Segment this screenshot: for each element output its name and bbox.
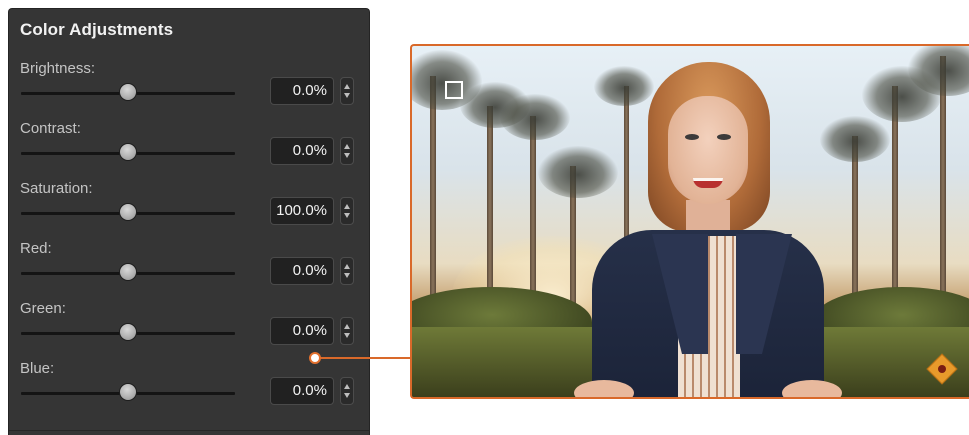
red-slider[interactable] [21, 263, 235, 283]
saturation-label: Saturation: [20, 180, 93, 197]
saturation-value-field[interactable]: 100.0% [270, 197, 334, 225]
stepper-up-icon[interactable] [344, 324, 350, 329]
brightness-value-field[interactable]: 0.0% [270, 77, 334, 105]
stepper-up-icon[interactable] [344, 144, 350, 149]
safe-area-marker-icon [445, 81, 463, 99]
jacket-lapel [652, 234, 708, 354]
blue-value-field[interactable]: 0.0% [270, 377, 334, 405]
panel-divider [9, 430, 369, 431]
control-contrast: Contrast: 0.0% [9, 120, 369, 180]
red-label: Red: [20, 240, 52, 257]
contrast-slider[interactable] [21, 143, 235, 163]
green-stepper[interactable] [340, 317, 354, 345]
stepper-down-icon[interactable] [344, 273, 350, 278]
green-slider-thumb[interactable] [120, 324, 136, 340]
callout-dot-icon [309, 352, 321, 364]
stepper-down-icon[interactable] [344, 393, 350, 398]
blue-label: Blue: [20, 360, 55, 377]
callout-line [320, 357, 411, 359]
control-brightness: Brightness: 0.0% [9, 60, 369, 120]
camera-preview [410, 44, 969, 399]
stepper-down-icon[interactable] [344, 333, 350, 338]
presenter [574, 62, 842, 397]
green-label: Green: [20, 300, 66, 317]
red-value-field[interactable]: 0.0% [270, 257, 334, 285]
stepper-up-icon[interactable] [344, 264, 350, 269]
presenter-eye [717, 134, 731, 140]
jacket-lapel [736, 234, 792, 354]
control-green: Green: 0.0% [9, 300, 369, 360]
stepper-up-icon[interactable] [344, 84, 350, 89]
stepper-down-icon[interactable] [344, 93, 350, 98]
stepper-up-icon[interactable] [344, 384, 350, 389]
warning-dot-icon [938, 365, 946, 373]
panel-title: Color Adjustments [20, 20, 174, 39]
presenter-hand [782, 380, 842, 397]
contrast-stepper[interactable] [340, 137, 354, 165]
brightness-label: Brightness: [20, 60, 96, 77]
control-saturation: Saturation: 100.0% [9, 180, 369, 240]
red-stepper[interactable] [340, 257, 354, 285]
contrast-value-field[interactable]: 0.0% [270, 137, 334, 165]
palm-frond [500, 94, 570, 140]
saturation-slider[interactable] [21, 203, 235, 223]
stepper-down-icon[interactable] [344, 213, 350, 218]
brightness-slider[interactable] [21, 83, 235, 103]
presenter-hand [574, 380, 634, 397]
green-slider[interactable] [21, 323, 235, 343]
blue-slider[interactable] [21, 383, 235, 403]
red-slider-thumb[interactable] [120, 264, 136, 280]
saturation-slider-thumb[interactable] [120, 204, 136, 220]
green-value-field[interactable]: 0.0% [270, 317, 334, 345]
control-red: Red: 0.0% [9, 240, 369, 300]
brightness-stepper[interactable] [340, 77, 354, 105]
saturation-stepper[interactable] [340, 197, 354, 225]
presenter-eye [685, 134, 699, 140]
blue-stepper[interactable] [340, 377, 354, 405]
control-blue: Blue: 0.0% [9, 360, 369, 420]
stepper-down-icon[interactable] [344, 153, 350, 158]
contrast-label: Contrast: [20, 120, 81, 137]
contrast-slider-thumb[interactable] [120, 144, 136, 160]
color-adjustments-panel: Color Adjustments Brightness: 0.0% Contr… [8, 8, 370, 435]
brightness-slider-thumb[interactable] [120, 84, 136, 100]
blue-slider-thumb[interactable] [120, 384, 136, 400]
stepper-up-icon[interactable] [344, 204, 350, 209]
